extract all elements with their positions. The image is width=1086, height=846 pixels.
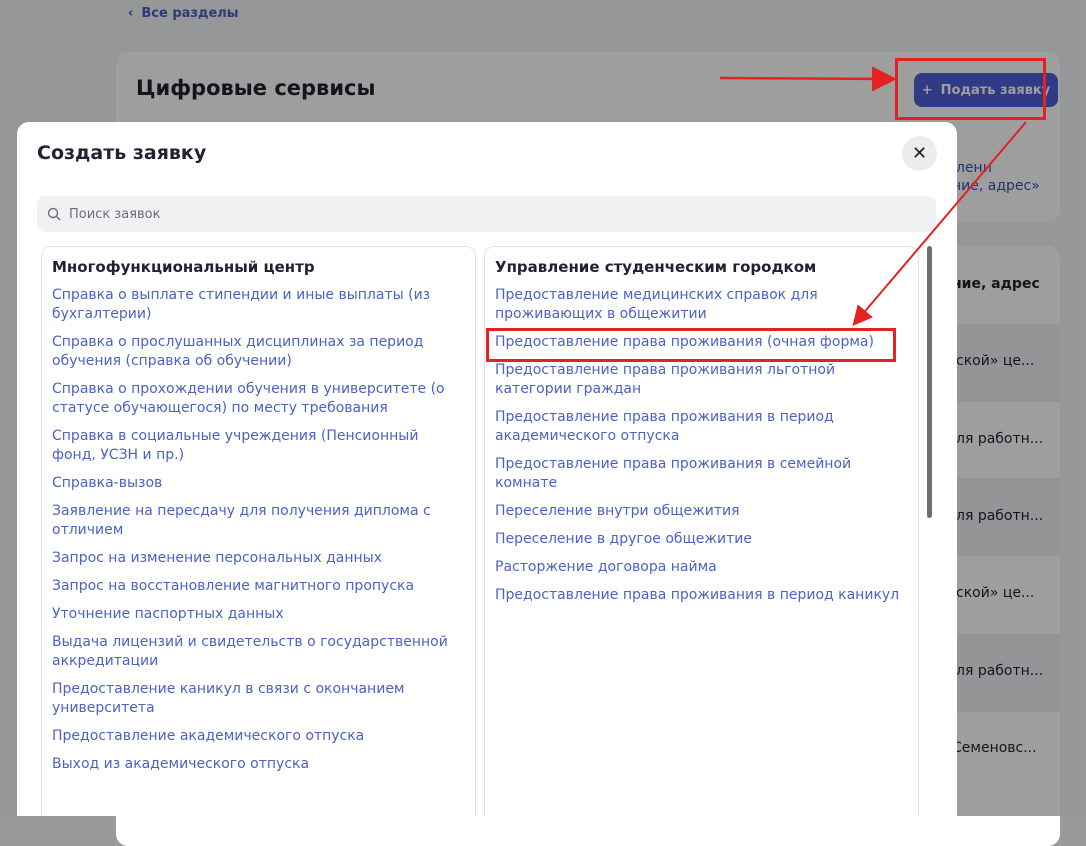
annotation-arrows [719,66,1027,327]
arrow-to-submit [719,66,897,92]
arrow-to-item [852,121,1027,327]
